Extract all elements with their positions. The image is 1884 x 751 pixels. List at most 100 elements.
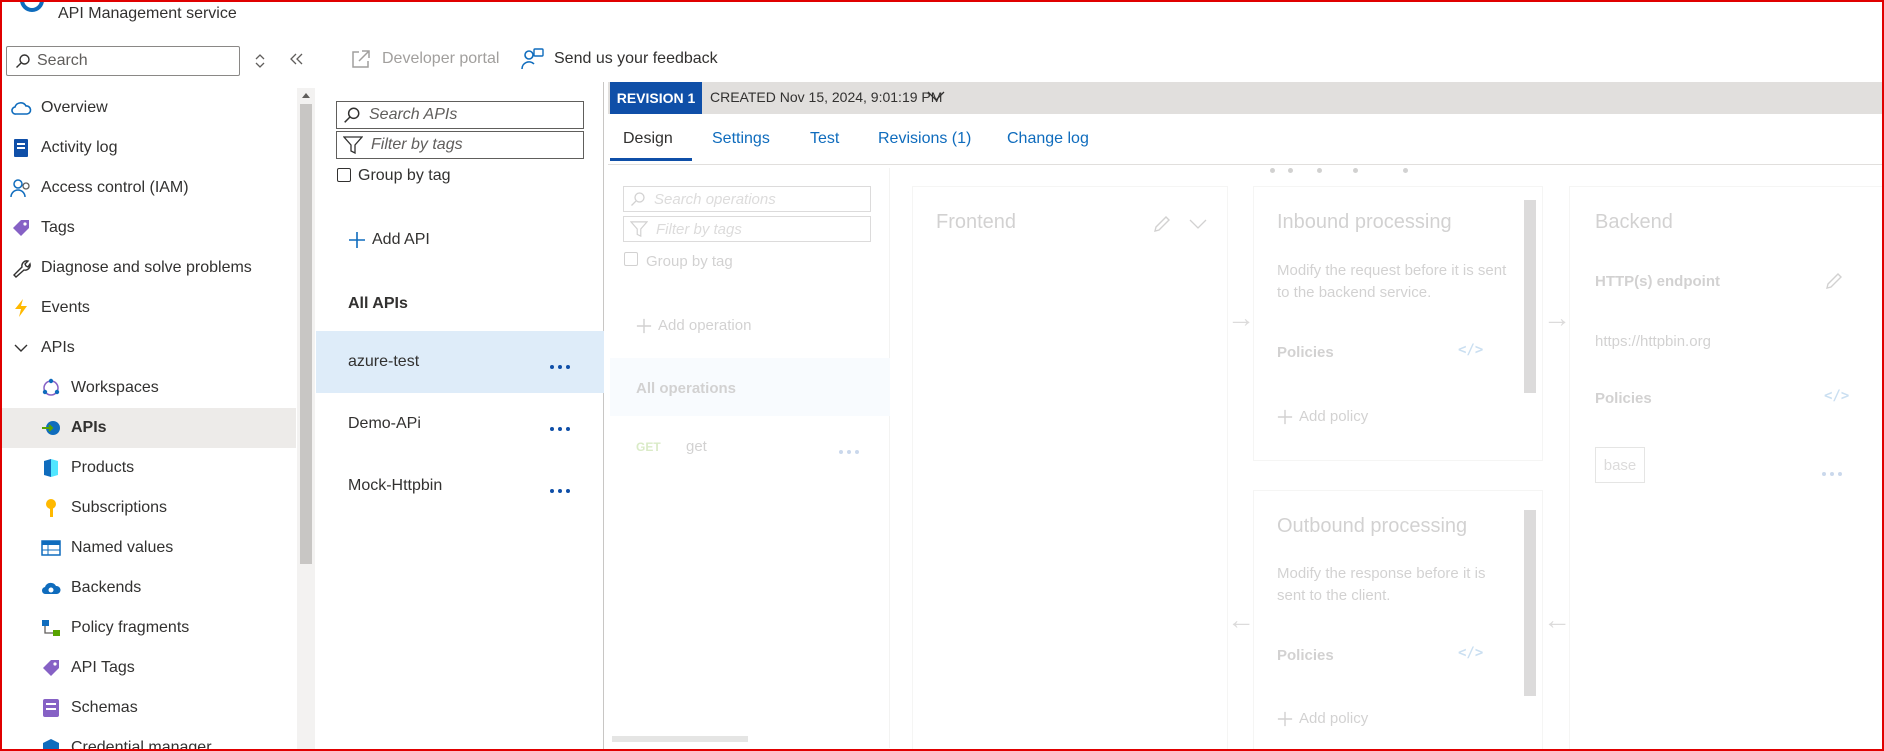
pencil-icon[interactable] [1152,214,1172,234]
sidebar-item-access-control[interactable]: Access control (IAM) [0,168,296,208]
code-view-icon[interactable]: </> [1458,645,1483,661]
code-view-icon[interactable]: </> [1824,388,1849,404]
sidebar-item-label: Named values [71,539,174,556]
tab-design[interactable]: Design [623,130,673,148]
outbound-policies-label: Policies [1277,647,1334,664]
tab-settings[interactable]: Settings [712,130,770,148]
revision-badge[interactable]: REVISION 1 [610,82,702,114]
outbound-scrollbar[interactable] [1524,510,1536,696]
backend-url: https://httpbin.org [1595,333,1711,350]
tabs-divider [608,164,1884,165]
chevron-down-icon[interactable] [926,90,946,102]
workspaces-icon [40,377,62,399]
sidebar-item-policy-fragments[interactable]: Policy fragments [0,608,296,648]
sidebar-item-label: API Tags [71,659,135,676]
sidebar-item-schemas[interactable]: Schemas [0,688,296,728]
frontend-card [912,186,1228,751]
more-options-icon[interactable] [550,427,570,431]
filter-operations-input[interactable]: Filter by tags [623,216,871,242]
plus-icon [1277,409,1293,424]
inbound-title: Inbound processing [1277,211,1452,233]
credential-icon [40,737,62,751]
group-operations-label: Group by tag [646,253,733,270]
tab-change-log[interactable]: Change log [1007,130,1089,148]
chevron-down-icon[interactable] [1188,218,1208,230]
api-list-item-mock-httpbin[interactable]: Mock-Httpbin [316,455,604,517]
more-options-icon[interactable] [839,450,859,454]
sidebar-item-events[interactable]: Events [0,288,296,328]
more-options-icon[interactable] [550,489,570,493]
base-policy-box[interactable]: base [1595,447,1645,483]
inbound-add-policy-button[interactable]: Add policy [1277,408,1368,425]
group-operations-checkbox[interactable] [624,252,638,266]
add-policy-label: Add policy [1299,710,1369,727]
sidebar-item-products[interactable]: Products [0,448,296,488]
search-apis-input[interactable]: Search APIs [336,101,584,129]
outbound-title: Outbound processing [1277,515,1468,537]
backend-title: Backend [1595,211,1673,233]
outbound-description: Modify the response before it is sent to… [1277,565,1486,604]
sidebar-group-apis[interactable]: APIs [0,328,296,368]
sidebar-item-label: Workspaces [71,379,159,396]
frontend-title: Frontend [936,211,1017,233]
developer-portal-label: Developer portal [382,50,500,67]
outbound-add-policy-button[interactable]: Add policy [1277,710,1368,727]
inbound-scrollbar[interactable] [1524,200,1536,393]
feedback-button[interactable]: Send us your feedback [520,48,718,70]
search-operations-input[interactable]: Search operations [623,186,871,212]
sidebar-scroll-thumb[interactable] [300,104,312,564]
search-icon [344,107,360,123]
developer-portal-button[interactable]: Developer portal [350,48,499,70]
api-list-item-demo-api[interactable]: Demo-APi [316,393,604,455]
tab-test[interactable]: Test [810,130,839,148]
sidebar-item-backends[interactable]: Backends [0,568,296,608]
feedback-icon [521,48,544,70]
plus-icon [349,232,365,248]
wrench-icon [10,257,32,279]
search-operations-placeholder: Search operations [654,190,776,208]
code-view-icon[interactable]: </> [1458,342,1483,358]
sidebar-item-named-values[interactable]: Named values [0,528,296,568]
sidebar-item-diagnose[interactable]: Diagnose and solve problems [0,248,296,288]
pencil-icon[interactable] [1824,271,1844,291]
api-name: Mock-Httpbin [348,477,443,494]
sidebar-item-subscriptions[interactable]: Subscriptions [0,488,296,528]
more-options-icon[interactable] [1822,472,1842,476]
sidebar-search-input[interactable]: Search [6,46,240,76]
api-list-item-azure-test[interactable]: azure-test [316,331,604,393]
scroll-up-icon[interactable] [300,90,312,100]
sidebar-item-activity-log[interactable]: Activity log [0,128,296,168]
sidebar-item-label: Backends [71,579,142,596]
arrow-right-icon: → [1543,302,1571,333]
add-operation-button[interactable]: Add operation [636,317,751,334]
loading-indicator [1270,168,1408,173]
sidebar-item-label: Credential manager [71,739,212,751]
sidebar-item-api-tags[interactable]: API Tags [0,648,296,688]
service-name: API Management service [58,5,237,22]
sidebar-item-label: Policy fragments [71,619,190,636]
operation-name[interactable]: get [686,438,707,455]
add-api-button[interactable]: Add API [348,231,430,249]
filter-icon [343,136,363,154]
operations-scrollbar[interactable] [612,736,748,742]
key-icon [40,497,62,519]
operation-method-badge: GET [636,440,661,454]
sort-icon[interactable] [252,52,268,70]
fragments-icon [40,617,62,639]
lightning-icon [10,297,32,319]
sidebar-item-workspaces[interactable]: Workspaces [0,368,296,408]
all-operations-label: All operations [636,380,737,397]
tab-revisions[interactable]: Revisions (1) [878,130,971,148]
search-icon [16,54,30,68]
sidebar-item-credential-manager[interactable]: Credential manager [0,728,296,751]
sidebar-item-apis[interactable]: APIs [0,408,296,448]
backends-icon [40,577,62,599]
collapse-sidebar-icon[interactable] [288,50,306,68]
all-apis-heading: All APIs [348,295,408,312]
more-options-icon[interactable] [550,365,570,369]
sidebar-item-overview[interactable]: Overview [0,88,296,128]
group-by-tag-checkbox[interactable] [337,168,351,182]
filter-operations-placeholder: Filter by tags [656,220,742,238]
sidebar-item-tags[interactable]: Tags [0,208,296,248]
filter-by-tags-input[interactable]: Filter by tags [336,131,584,159]
